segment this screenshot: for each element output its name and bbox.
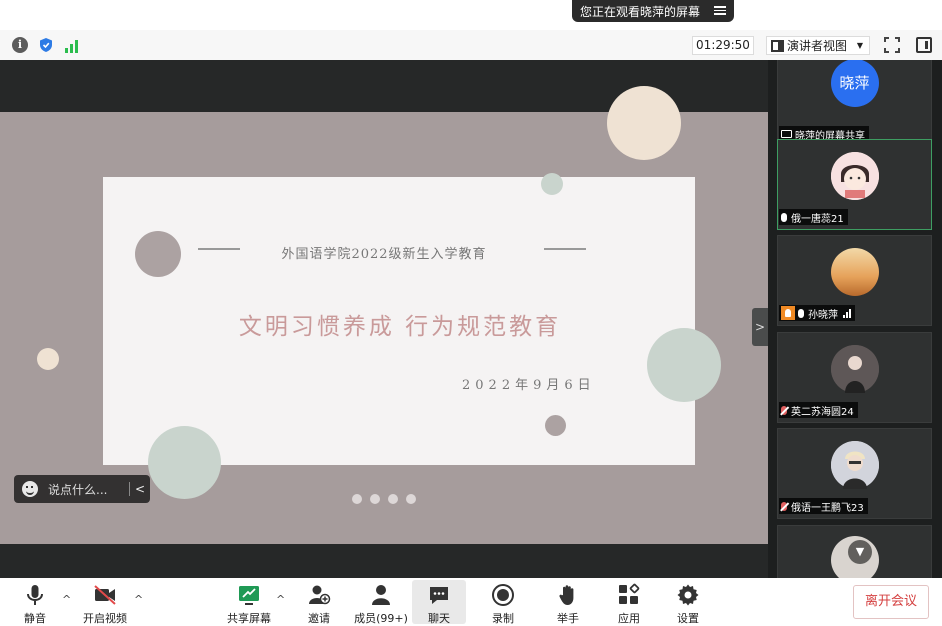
settings-label: 设置	[677, 612, 699, 625]
chevron-down-icon[interactable]: ▼	[848, 540, 872, 564]
chat-bubble-icon	[427, 583, 451, 607]
participant-name: 英二苏海圆24	[791, 406, 854, 418]
participant-name-tag: 俄语一王鹏飞23	[779, 498, 868, 514]
apps-button[interactable]: 应用	[602, 580, 656, 625]
fullscreen-icon[interactable]	[884, 37, 900, 53]
participant-name: 俄一唐蕊21	[791, 213, 844, 225]
avatar	[830, 441, 879, 489]
meeting-toolbar: 静音 ^ 开启视频 ^ 共享屏幕 ^ 邀请 成员(99+) 聊天 录制 举手 应…	[0, 578, 942, 626]
participant-name: 俄语一王鹏飞23	[791, 502, 864, 514]
raise-hand-icon	[781, 306, 795, 320]
meeting-top-bar: i 01:29:50 演讲者视图 ▼	[0, 30, 942, 60]
avatar	[830, 248, 879, 296]
chevron-left-icon[interactable]: <	[130, 482, 150, 496]
raise-hand-label: 举手	[557, 612, 579, 625]
chevron-up-icon[interactable]: ^	[276, 593, 285, 606]
avatar: 晓萍	[830, 60, 879, 107]
microphone-muted-icon	[781, 501, 787, 511]
screen-share-banner: 您正在观看晓萍的屏幕	[572, 0, 734, 22]
meeting-timer: 01:29:50	[692, 36, 754, 55]
share-screen-label: 共享屏幕	[227, 612, 271, 625]
slide-date: 2022年9月6日	[462, 378, 596, 393]
decor-circle	[148, 426, 221, 499]
network-signal-icon[interactable]	[65, 37, 81, 53]
slide-title: 文明习惯养成 行为规范教育	[238, 314, 562, 340]
emoji-icon[interactable]	[22, 481, 38, 497]
info-icon[interactable]: i	[12, 37, 28, 53]
hand-icon	[556, 583, 580, 607]
chat-button[interactable]: 聊天	[412, 580, 466, 625]
chat-label: 聊天	[428, 612, 450, 625]
video-off-icon	[93, 583, 117, 607]
mute-label: 静音	[24, 612, 46, 625]
microphone-icon	[798, 308, 804, 318]
chat-placeholder[interactable]: 说点什么...	[48, 481, 107, 498]
participant-name: 孙晓萍	[808, 309, 838, 321]
shared-screen-area: 外国语学院2022级新生入学教育 文明习惯养成 行为规范教育 2022年9月6日…	[0, 60, 768, 578]
participant-tile[interactable]: 俄语一王鹏飞23	[777, 428, 932, 519]
leave-meeting-button[interactable]: 离开会议	[853, 585, 929, 619]
decor-circle	[545, 415, 566, 436]
mute-button[interactable]: 静音	[8, 580, 62, 625]
record-label: 录制	[492, 612, 514, 625]
record-icon	[491, 583, 515, 607]
participant-name-tag: 英二苏海圆24	[779, 402, 858, 418]
apps-icon	[617, 583, 641, 607]
caret-down-icon: ▼	[856, 41, 863, 50]
view-mode-dropdown[interactable]: 演讲者视图 ▼	[766, 36, 870, 55]
participant-tile[interactable]: 英二苏海圆24	[777, 332, 932, 423]
apps-label: 应用	[618, 612, 640, 625]
start-video-button[interactable]: 开启视频	[78, 580, 132, 625]
participant-name-tag: 俄一唐蕊21	[779, 209, 848, 225]
record-button[interactable]: 录制	[476, 580, 530, 625]
screen-share-icon	[781, 130, 792, 138]
menu-icon[interactable]	[714, 4, 726, 16]
microphone-icon	[23, 583, 47, 607]
slide-pagination-dots[interactable]	[352, 494, 416, 504]
side-panel-toggle-icon[interactable]	[916, 37, 932, 53]
members-button[interactable]: 成员(99+)	[350, 580, 412, 625]
avatar	[830, 345, 879, 393]
network-signal-icon	[843, 308, 851, 318]
speaker-view-icon	[771, 39, 784, 52]
start-video-label: 开启视频	[83, 612, 127, 625]
decor-circle	[37, 348, 59, 370]
chat-input-pill[interactable]: 说点什么... <	[14, 475, 150, 503]
participant-name-tag: 孙晓萍	[779, 305, 855, 321]
members-label: 成员(99+)	[354, 612, 408, 625]
decor-circle	[541, 173, 563, 195]
slide-subtitle: 外国语学院2022级新生入学教育	[281, 247, 487, 262]
chevron-up-icon[interactable]: ^	[62, 593, 71, 606]
microphone-icon	[781, 212, 787, 222]
participant-tile[interactable]: 俄一唐蕊21	[777, 139, 932, 230]
participant-tile[interactable]: 孙晓萍	[777, 235, 932, 326]
participant-tile[interactable]: 晓萍 晓萍的屏幕共享	[777, 60, 932, 147]
share-screen-icon	[237, 583, 261, 607]
invite-button[interactable]: 邀请	[292, 580, 346, 625]
raise-hand-button[interactable]: 举手	[541, 580, 595, 625]
avatar	[830, 152, 879, 200]
shield-icon[interactable]	[38, 37, 54, 53]
microphone-muted-icon	[781, 405, 787, 415]
share-screen-button[interactable]: 共享屏幕	[222, 580, 276, 625]
participant-video-list[interactable]: 晓萍 晓萍的屏幕共享 俄一唐蕊21 孙晓萍 英二苏海圆24 俄语一王鹏飞23 ▼	[768, 60, 942, 578]
settings-button[interactable]: 设置	[661, 580, 715, 625]
add-user-icon	[307, 583, 331, 607]
sidebar-collapse-button[interactable]: >	[752, 308, 768, 346]
gear-icon	[676, 583, 700, 607]
decor-circle	[607, 86, 681, 160]
chevron-up-icon[interactable]: ^	[134, 593, 143, 606]
share-banner-text: 您正在观看晓萍的屏幕	[580, 4, 701, 19]
members-icon	[369, 583, 393, 607]
invite-label: 邀请	[308, 612, 330, 625]
view-mode-label: 演讲者视图	[787, 39, 848, 53]
